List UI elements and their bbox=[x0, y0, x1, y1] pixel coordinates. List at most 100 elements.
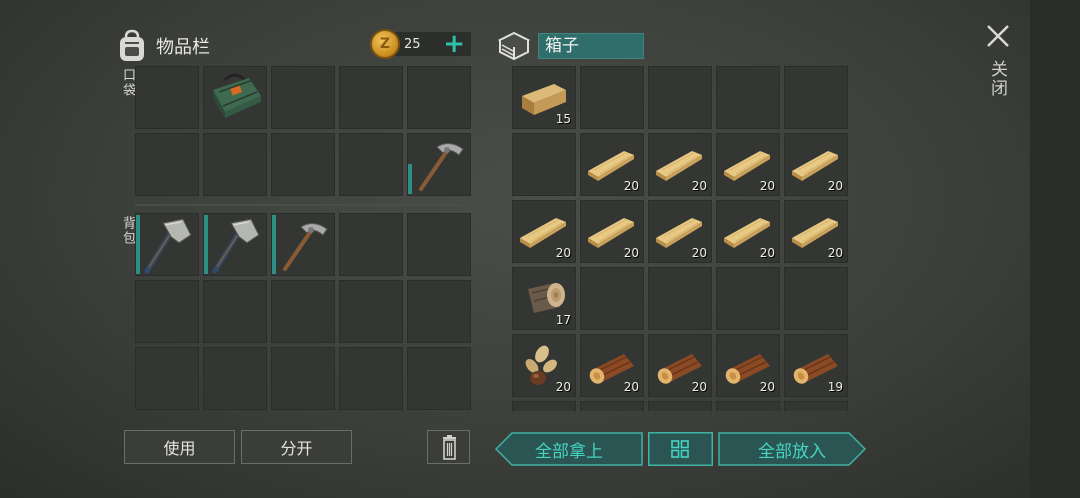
box-slot[interactable] bbox=[512, 401, 576, 411]
backpack-slot[interactable] bbox=[203, 213, 267, 276]
item-quantity: 20 bbox=[623, 179, 639, 193]
backpack-slot[interactable] bbox=[339, 213, 403, 276]
inventory-title: 物品栏 bbox=[156, 37, 210, 58]
box-slot[interactable] bbox=[580, 66, 644, 129]
box-slot[interactable]: 20 bbox=[784, 133, 848, 196]
box-slot[interactable] bbox=[648, 401, 712, 411]
coin-symbol: Z bbox=[379, 36, 391, 52]
pickaxe-icon bbox=[419, 143, 464, 191]
item-quantity: 20 bbox=[555, 380, 571, 394]
pocket-grid bbox=[135, 66, 471, 196]
close-icon bbox=[987, 25, 1009, 47]
split-button[interactable]: 分开 bbox=[241, 430, 352, 464]
coin-count: 25 bbox=[404, 36, 421, 52]
box-slot[interactable]: 20 bbox=[648, 200, 712, 263]
durability-bar bbox=[204, 215, 208, 274]
pocket-slot[interactable] bbox=[407, 66, 471, 129]
coin-counter: Z 25 + bbox=[370, 28, 471, 60]
pocket-slot[interactable] bbox=[135, 133, 199, 196]
durability-bar bbox=[136, 215, 140, 274]
box-slot[interactable] bbox=[716, 401, 780, 411]
pocket-slot[interactable] bbox=[271, 66, 335, 129]
pocket-slot[interactable] bbox=[135, 66, 199, 129]
box-slot[interactable] bbox=[580, 401, 644, 411]
box-slot[interactable]: 15 bbox=[512, 66, 576, 129]
box-slot[interactable]: 20 bbox=[512, 200, 576, 263]
pocket-slot[interactable] bbox=[203, 66, 267, 129]
backpack-slot[interactable] bbox=[271, 280, 335, 343]
add-coins-button[interactable]: + bbox=[443, 31, 465, 57]
backpack-slot[interactable] bbox=[135, 280, 199, 343]
pocket-slot[interactable] bbox=[203, 133, 267, 196]
backpack-slot[interactable] bbox=[407, 347, 471, 410]
backpack-slot[interactable] bbox=[407, 280, 471, 343]
backpack-slot[interactable] bbox=[271, 347, 335, 410]
storage-box-icon bbox=[497, 31, 531, 61]
box-slot[interactable] bbox=[784, 401, 848, 411]
item-quantity: 20 bbox=[759, 380, 775, 394]
pickaxe-icon bbox=[283, 223, 328, 271]
box-slot[interactable]: 20 bbox=[716, 133, 780, 196]
box-slot[interactable]: 20 bbox=[580, 200, 644, 263]
box-grid-viewport[interactable]: 15 20 20 20 20 20 20 20 20 20 17 20 20 2… bbox=[512, 66, 849, 411]
item-quantity: 17 bbox=[555, 313, 571, 327]
backpack-slot[interactable] bbox=[135, 347, 199, 410]
backpack-slot[interactable] bbox=[339, 347, 403, 410]
box-slot[interactable]: 20 bbox=[580, 133, 644, 196]
box-slot[interactable]: 20 bbox=[648, 133, 712, 196]
box-slot[interactable]: 17 bbox=[512, 267, 576, 330]
backpack-slot[interactable] bbox=[203, 347, 267, 410]
box-slot[interactable] bbox=[784, 66, 848, 129]
item-quantity: 20 bbox=[759, 246, 775, 260]
box-slot[interactable] bbox=[784, 267, 848, 330]
box-slot[interactable] bbox=[648, 267, 712, 330]
pocket-slot[interactable] bbox=[339, 133, 403, 196]
close-label[interactable]: 关闭 bbox=[986, 60, 1010, 98]
coin-icon: Z bbox=[370, 29, 400, 59]
pocket-slot[interactable] bbox=[407, 133, 471, 196]
take-all-label: 全部拿上 bbox=[535, 441, 603, 462]
box-name-field[interactable]: 箱子 bbox=[538, 33, 644, 59]
box-slot[interactable]: 20 bbox=[580, 334, 644, 397]
box-slot[interactable] bbox=[512, 133, 576, 196]
take-all-button[interactable]: 全部拿上 bbox=[495, 432, 643, 466]
pocket-slot[interactable] bbox=[271, 133, 335, 196]
item-quantity: 20 bbox=[623, 246, 639, 260]
box-slot[interactable]: 20 bbox=[648, 334, 712, 397]
item-quantity: 20 bbox=[827, 179, 843, 193]
put-all-button[interactable]: 全部放入 bbox=[718, 432, 866, 466]
box-slot[interactable] bbox=[716, 66, 780, 129]
trash-button[interactable] bbox=[427, 430, 470, 464]
item-quantity: 20 bbox=[691, 380, 707, 394]
pocket-slot[interactable] bbox=[339, 66, 403, 129]
box-header: 箱子 bbox=[496, 26, 644, 66]
box-slot[interactable]: 20 bbox=[716, 334, 780, 397]
backpack-slot[interactable] bbox=[271, 213, 335, 276]
durability-bar bbox=[272, 215, 276, 274]
item-quantity: 20 bbox=[827, 246, 843, 260]
sort-button[interactable] bbox=[648, 432, 713, 466]
item-quantity: 15 bbox=[555, 112, 571, 126]
box-slot[interactable]: 20 bbox=[512, 334, 576, 397]
use-button[interactable]: 使用 bbox=[124, 430, 235, 464]
box-slot[interactable]: 20 bbox=[716, 200, 780, 263]
box-slot[interactable]: 20 bbox=[784, 200, 848, 263]
box-slot[interactable]: 19 bbox=[784, 334, 848, 397]
stone-axe-icon bbox=[212, 218, 260, 274]
backpack-slot[interactable] bbox=[203, 280, 267, 343]
inventory-header: 物品栏 bbox=[116, 26, 210, 66]
box-slot[interactable] bbox=[716, 267, 780, 330]
close-button[interactable] bbox=[984, 22, 1014, 52]
backpack-slot[interactable] bbox=[135, 213, 199, 276]
item-quantity: 19 bbox=[827, 380, 843, 394]
box-slot[interactable] bbox=[648, 66, 712, 129]
backpack-slot[interactable] bbox=[339, 280, 403, 343]
box-slot[interactable] bbox=[580, 267, 644, 330]
item-quantity: 20 bbox=[759, 179, 775, 193]
backpack-icon bbox=[120, 29, 144, 61]
grid-sort-icon bbox=[671, 440, 689, 458]
backpack-slot[interactable] bbox=[407, 213, 471, 276]
item-quantity: 20 bbox=[623, 380, 639, 394]
box-grid: 15 20 20 20 20 20 20 20 20 20 17 20 20 2… bbox=[512, 66, 849, 411]
backpack-grid bbox=[135, 213, 471, 410]
